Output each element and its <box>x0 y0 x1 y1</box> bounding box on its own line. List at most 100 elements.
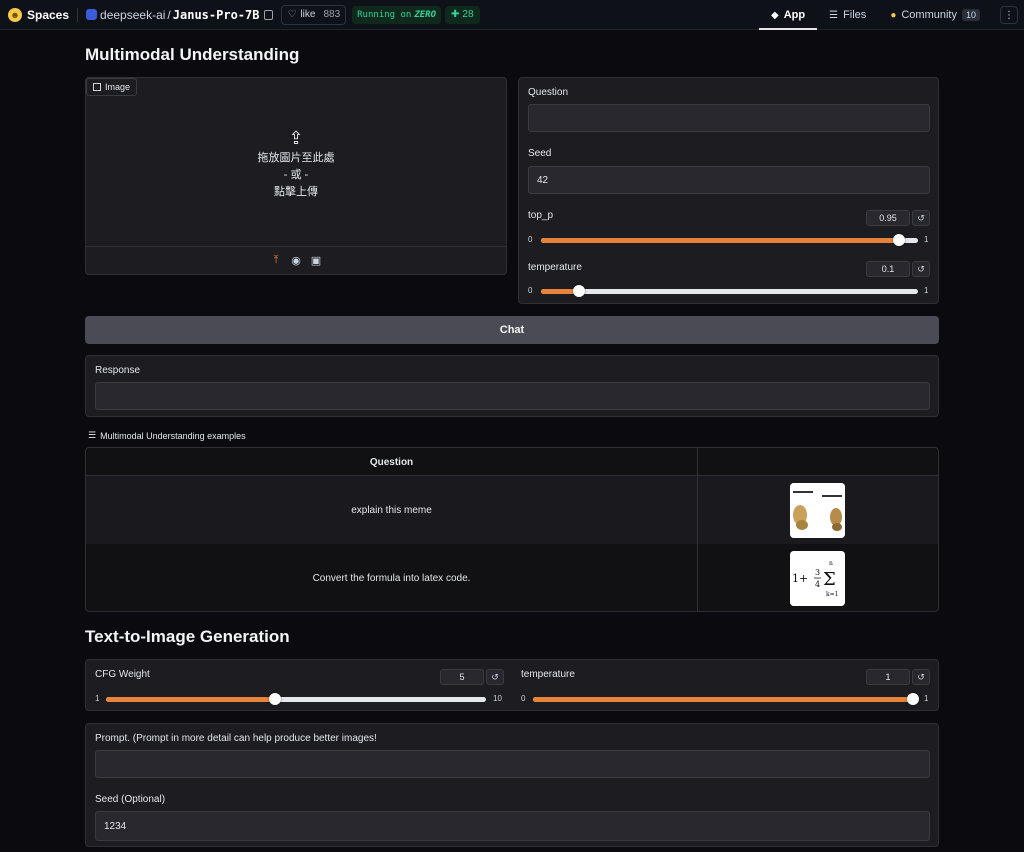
upload-file-icon[interactable]: ⤒ <box>270 254 282 267</box>
cfg-weight-number-input[interactable]: 5 <box>440 669 484 685</box>
generation-prompt-panel: Prompt. (Prompt in more detail can help … <box>85 723 939 847</box>
question-column-header: Question <box>86 448 698 476</box>
more-options-icon[interactable]: ⋮ <box>1000 6 1018 24</box>
prompt-input[interactable] <box>95 750 930 778</box>
temperature-reset-icon[interactable]: ↺ <box>912 261 930 277</box>
like-button[interactable]: ♡ like 883 <box>281 4 347 25</box>
example-question: explain this meme <box>86 476 698 544</box>
hardware-label: ZERO <box>414 9 437 20</box>
list-icon: ☰ <box>88 430 97 440</box>
example-meme-thumbnail[interactable] <box>790 483 845 538</box>
question-label: Question <box>528 87 569 98</box>
plus-icon: ✚ <box>451 9 460 20</box>
cfg-weight-slider[interactable] <box>106 693 486 705</box>
response-output[interactable] <box>95 382 930 410</box>
gen-temperature-slider-thumb[interactable] <box>907 693 919 705</box>
example-row[interactable]: Convert the formula into latex code. 1+ … <box>86 544 938 611</box>
example-row[interactable]: explain this meme <box>86 476 938 544</box>
svg-text:3: 3 <box>815 568 820 577</box>
generation-sliders-panel: CFG Weight 5 ↺ 1 10 temperature 1 ↺ 0 1 <box>85 659 939 711</box>
tab-community-label: Community <box>901 9 957 21</box>
copy-icon[interactable] <box>264 9 274 20</box>
duplicates-badge[interactable]: ✚ 28 <box>445 5 480 24</box>
response-panel: Response <box>85 355 939 417</box>
huggingface-logo-icon[interactable]: ☻ <box>8 7 22 22</box>
image-upload-dropzone[interactable]: Image ⇪ 拖放圖片至此處 - 或 - 點擊上傳 ⤒ ◉ ▣ <box>85 77 507 275</box>
badge-count: 28 <box>462 9 474 20</box>
gen-temperature-reset-icon[interactable]: ↺ <box>912 669 930 685</box>
top-p-slider-thumb[interactable] <box>893 234 906 246</box>
spaces-link[interactable]: Spaces <box>27 8 69 22</box>
tab-community[interactable]: ● Community 10 <box>878 0 992 30</box>
chat-button[interactable]: Chat <box>85 316 939 344</box>
gen-seed-input[interactable]: 1234 <box>95 811 930 841</box>
tab-files[interactable]: ☰ Files <box>817 0 878 30</box>
like-label: like <box>300 9 316 20</box>
cube-icon: ◆ <box>771 9 779 21</box>
top-p-min: 0 <box>528 235 533 244</box>
tab-app-label: App <box>783 9 806 21</box>
cfg-weight-max: 10 <box>493 694 502 703</box>
files-icon: ☰ <box>829 9 839 21</box>
formula-thumbnail-drawing: 1+ 3 4 Σ n k=1 <box>790 551 845 606</box>
owner-link[interactable]: deepseek-ai <box>100 8 165 22</box>
temperature-max: 1 <box>924 286 929 295</box>
svg-text:Σ: Σ <box>823 569 836 590</box>
community-count-badge: 10 <box>961 9 980 21</box>
divider <box>77 7 79 22</box>
temperature-slider[interactable] <box>541 285 918 297</box>
examples-title-label: Multimodal Understanding examples <box>100 430 246 441</box>
path-separator: / <box>167 7 171 22</box>
upload-prompt[interactable]: ⇪ 拖放圖片至此處 - 或 - 點擊上傳 <box>86 128 506 201</box>
top-p-reset-icon[interactable]: ↺ <box>912 210 930 226</box>
image-tag: Image <box>86 78 138 96</box>
top-p-number-input[interactable]: 0.95 <box>866 210 910 226</box>
running-status-badge[interactable]: Running on ZERO <box>352 5 442 24</box>
prompt-label: Prompt. (Prompt in more detail can help … <box>95 733 377 744</box>
top-p-slider-fill <box>541 238 900 243</box>
cfg-weight-reset-icon[interactable]: ↺ <box>486 669 504 685</box>
gen-temperature-slider-fill <box>533 697 913 702</box>
example-formula-thumbnail[interactable]: 1+ 3 4 Σ n k=1 <box>790 551 845 606</box>
seed-label: Seed <box>528 148 552 159</box>
gen-temperature-min: 0 <box>521 694 526 703</box>
temperature-slider-thumb[interactable] <box>572 285 585 297</box>
examples-table: Question explain this meme Convert the f… <box>85 447 939 612</box>
understanding-controls-panel: Question Seed 42 top_p 0.95 ↺ 0 1 temper… <box>518 77 939 304</box>
svg-text:k=1: k=1 <box>826 591 838 598</box>
seed-input[interactable]: 42 <box>528 166 930 194</box>
cfg-weight-label: CFG Weight <box>95 669 150 680</box>
examples-table-header: Question <box>86 448 938 476</box>
question-input[interactable] <box>528 104 930 132</box>
upload-line-1: 拖放圖片至此處 <box>257 152 335 164</box>
image-icon <box>93 83 101 91</box>
like-count: 883 <box>323 9 341 20</box>
clipboard-icon[interactable]: ▣ <box>310 255 322 267</box>
cfg-weight-slider-fill <box>106 697 275 702</box>
gen-temperature-max: 1 <box>924 694 929 703</box>
heart-icon: ♡ <box>287 9 297 20</box>
temperature-min: 0 <box>528 286 533 295</box>
cfg-weight-min: 1 <box>95 694 100 703</box>
svg-text:1+: 1+ <box>792 572 808 585</box>
temperature-number-input[interactable]: 0.1 <box>866 261 910 277</box>
tab-app[interactable]: ◆ App <box>759 0 818 30</box>
cfg-weight-slider-thumb[interactable] <box>268 693 281 705</box>
meme-thumbnail-drawing <box>790 483 845 538</box>
top-p-slider[interactable] <box>541 234 918 246</box>
gen-temperature-number-input[interactable]: 1 <box>866 669 910 685</box>
svg-text:4: 4 <box>815 580 820 589</box>
example-question: Convert the formula into latex code. <box>86 544 698 611</box>
webcam-icon[interactable]: ◉ <box>290 255 302 267</box>
repo-link[interactable]: Janus-Pro-7B <box>173 8 260 22</box>
upload-icon: ⇪ <box>288 128 304 148</box>
top-p-max: 1 <box>924 235 929 244</box>
tab-files-label: Files <box>843 9 867 21</box>
svg-text:n: n <box>829 560 833 567</box>
examples-title: ☰ Multimodal Understanding examples <box>88 430 246 441</box>
gen-temperature-label: temperature <box>521 669 575 680</box>
running-label: Running on <box>357 9 412 20</box>
community-icon: ● <box>890 9 897 21</box>
gen-temperature-slider[interactable] <box>533 693 919 705</box>
response-label: Response <box>95 365 141 376</box>
